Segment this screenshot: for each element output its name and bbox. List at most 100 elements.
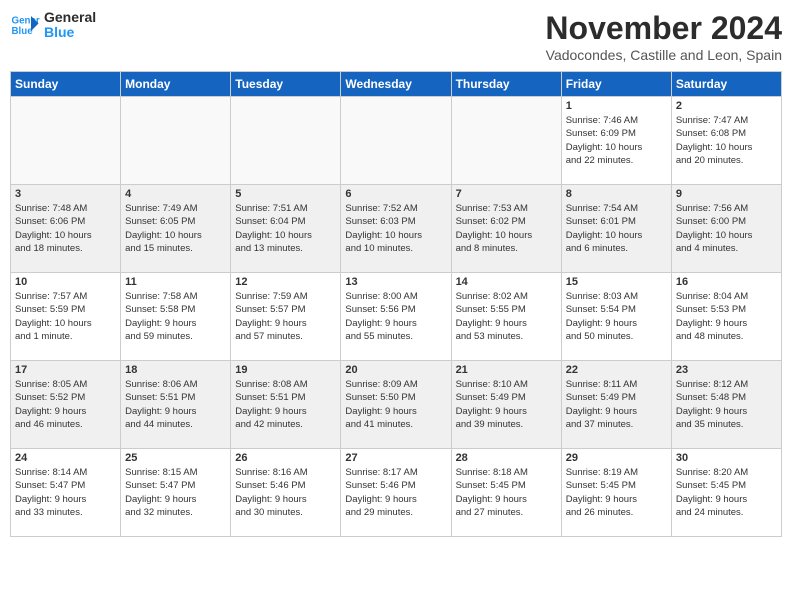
- weekday-header: Sunday: [11, 72, 121, 97]
- day-number: 14: [456, 276, 557, 288]
- day-number: 30: [676, 452, 777, 464]
- calendar-cell: 5 Sunrise: 7:51 AM Sunset: 6:04 PM Daylig…: [231, 185, 341, 273]
- calendar-week-row: 24 Sunrise: 8:14 AM Sunset: 5:47 PM Dayli…: [11, 449, 782, 537]
- weekday-header: Wednesday: [341, 72, 451, 97]
- day-info: Sunrise: 7:48 AM Sunset: 6:06 PM Dayligh…: [15, 202, 116, 255]
- day-info: Sunrise: 8:15 AM Sunset: 5:47 PM Dayligh…: [125, 466, 226, 519]
- weekday-header: Friday: [561, 72, 671, 97]
- day-number: 23: [676, 364, 777, 376]
- calendar-cell: 24 Sunrise: 8:14 AM Sunset: 5:47 PM Dayli…: [11, 449, 121, 537]
- day-info: Sunrise: 7:53 AM Sunset: 6:02 PM Dayligh…: [456, 202, 557, 255]
- calendar-cell: 12Sunrise: 7:59 AM Sunset: 5:57 PM Dayli…: [231, 273, 341, 361]
- day-info: Sunrise: 8:20 AM Sunset: 5:45 PM Dayligh…: [676, 466, 777, 519]
- day-info: Sunrise: 8:17 AM Sunset: 5:46 PM Dayligh…: [345, 466, 446, 519]
- day-info: Sunrise: 7:56 AM Sunset: 6:00 PM Dayligh…: [676, 202, 777, 255]
- day-number: 21: [456, 364, 557, 376]
- day-info: Sunrise: 8:00 AM Sunset: 5:56 PM Dayligh…: [345, 290, 446, 343]
- calendar-week-row: 1Sunrise: 7:46 AM Sunset: 6:09 PM Daylig…: [11, 97, 782, 185]
- day-number: 20: [345, 364, 446, 376]
- day-number: 18: [125, 364, 226, 376]
- calendar-week-row: 17 Sunrise: 8:05 AM Sunset: 5:52 PM Dayli…: [11, 361, 782, 449]
- calendar-cell: 4 Sunrise: 7:49 AM Sunset: 6:05 PM Daylig…: [121, 185, 231, 273]
- day-info: Sunrise: 8:08 AM Sunset: 5:51 PM Dayligh…: [235, 378, 336, 431]
- day-number: 15: [566, 276, 667, 288]
- day-info: Sunrise: 8:05 AM Sunset: 5:52 PM Dayligh…: [15, 378, 116, 431]
- day-number: 27: [345, 452, 446, 464]
- calendar-cell: 18 Sunrise: 8:06 AM Sunset: 5:51 PM Dayli…: [121, 361, 231, 449]
- calendar-cell: 28 Sunrise: 8:18 AM Sunset: 5:45 PM Dayli…: [451, 449, 561, 537]
- day-info: Sunrise: 8:04 AM Sunset: 5:53 PM Dayligh…: [676, 290, 777, 343]
- logo-line2: Blue: [44, 25, 96, 40]
- day-number: 5: [235, 188, 336, 200]
- calendar-cell: [121, 97, 231, 185]
- day-info: Sunrise: 7:52 AM Sunset: 6:03 PM Dayligh…: [345, 202, 446, 255]
- day-number: 3: [15, 188, 116, 200]
- weekday-header: Thursday: [451, 72, 561, 97]
- day-number: 11: [125, 276, 226, 288]
- page-header: General Blue General Blue November 2024 …: [10, 10, 782, 63]
- calendar-cell: 3 Sunrise: 7:48 AM Sunset: 6:06 PM Daylig…: [11, 185, 121, 273]
- calendar-cell: [451, 97, 561, 185]
- day-number: 4: [125, 188, 226, 200]
- day-info: Sunrise: 7:49 AM Sunset: 6:05 PM Dayligh…: [125, 202, 226, 255]
- weekday-header: Saturday: [671, 72, 781, 97]
- day-number: 1: [566, 100, 667, 112]
- calendar-cell: 27 Sunrise: 8:17 AM Sunset: 5:46 PM Dayli…: [341, 449, 451, 537]
- day-info: Sunrise: 8:19 AM Sunset: 5:45 PM Dayligh…: [566, 466, 667, 519]
- calendar-cell: 26Sunrise: 8:16 AM Sunset: 5:46 PM Dayli…: [231, 449, 341, 537]
- day-number: 19: [235, 364, 336, 376]
- calendar-cell: [231, 97, 341, 185]
- calendar-cell: 19 Sunrise: 8:08 AM Sunset: 5:51 PM Dayli…: [231, 361, 341, 449]
- day-info: Sunrise: 8:12 AM Sunset: 5:48 PM Dayligh…: [676, 378, 777, 431]
- weekday-header: Monday: [121, 72, 231, 97]
- day-number: 10: [15, 276, 116, 288]
- calendar-table: SundayMondayTuesdayWednesdayThursdayFrid…: [10, 71, 782, 537]
- calendar-cell: 11Sunrise: 7:58 AM Sunset: 5:58 PM Dayli…: [121, 273, 231, 361]
- title-block: November 2024 Vadocondes, Castille and L…: [545, 10, 782, 63]
- day-number: 13: [345, 276, 446, 288]
- calendar-cell: 25 Sunrise: 8:15 AM Sunset: 5:47 PM Dayli…: [121, 449, 231, 537]
- day-info: Sunrise: 7:51 AM Sunset: 6:04 PM Dayligh…: [235, 202, 336, 255]
- day-number: 22: [566, 364, 667, 376]
- day-info: Sunrise: 8:10 AM Sunset: 5:49 PM Dayligh…: [456, 378, 557, 431]
- day-info: Sunrise: 8:06 AM Sunset: 5:51 PM Dayligh…: [125, 378, 226, 431]
- calendar-week-row: 10Sunrise: 7:57 AM Sunset: 5:59 PM Dayli…: [11, 273, 782, 361]
- location-subtitle: Vadocondes, Castille and Leon, Spain: [545, 47, 782, 63]
- weekday-header: Tuesday: [231, 72, 341, 97]
- logo-line1: General: [44, 10, 96, 25]
- day-number: 17: [15, 364, 116, 376]
- logo: General Blue General Blue: [10, 10, 96, 41]
- day-info: Sunrise: 8:11 AM Sunset: 5:49 PM Dayligh…: [566, 378, 667, 431]
- month-title: November 2024: [545, 10, 782, 47]
- calendar-cell: 29 Sunrise: 8:19 AM Sunset: 5:45 PM Dayli…: [561, 449, 671, 537]
- calendar-cell: 22 Sunrise: 8:11 AM Sunset: 5:49 PM Dayli…: [561, 361, 671, 449]
- calendar-cell: 9Sunrise: 7:56 AM Sunset: 6:00 PM Daylig…: [671, 185, 781, 273]
- calendar-cell: 1Sunrise: 7:46 AM Sunset: 6:09 PM Daylig…: [561, 97, 671, 185]
- day-info: Sunrise: 8:09 AM Sunset: 5:50 PM Dayligh…: [345, 378, 446, 431]
- day-info: Sunrise: 8:03 AM Sunset: 5:54 PM Dayligh…: [566, 290, 667, 343]
- calendar-cell: [341, 97, 451, 185]
- calendar-cell: [11, 97, 121, 185]
- day-info: Sunrise: 8:18 AM Sunset: 5:45 PM Dayligh…: [456, 466, 557, 519]
- day-number: 6: [345, 188, 446, 200]
- day-number: 8: [566, 188, 667, 200]
- day-info: Sunrise: 8:14 AM Sunset: 5:47 PM Dayligh…: [15, 466, 116, 519]
- calendar-cell: 16Sunrise: 8:04 AM Sunset: 5:53 PM Dayli…: [671, 273, 781, 361]
- day-number: 24: [15, 452, 116, 464]
- day-number: 28: [456, 452, 557, 464]
- day-number: 25: [125, 452, 226, 464]
- logo-icon: General Blue: [10, 10, 40, 40]
- calendar-cell: 7 Sunrise: 7:53 AM Sunset: 6:02 PM Daylig…: [451, 185, 561, 273]
- calendar-cell: 21 Sunrise: 8:10 AM Sunset: 5:49 PM Dayli…: [451, 361, 561, 449]
- day-info: Sunrise: 8:16 AM Sunset: 5:46 PM Dayligh…: [235, 466, 336, 519]
- calendar-cell: 30 Sunrise: 8:20 AM Sunset: 5:45 PM Dayli…: [671, 449, 781, 537]
- day-number: 7: [456, 188, 557, 200]
- calendar-cell: 10Sunrise: 7:57 AM Sunset: 5:59 PM Dayli…: [11, 273, 121, 361]
- calendar-cell: 14Sunrise: 8:02 AM Sunset: 5:55 PM Dayli…: [451, 273, 561, 361]
- calendar-cell: 13 Sunrise: 8:00 AM Sunset: 5:56 PM Dayli…: [341, 273, 451, 361]
- calendar-cell: 2Sunrise: 7:47 AM Sunset: 6:08 PM Daylig…: [671, 97, 781, 185]
- day-number: 12: [235, 276, 336, 288]
- calendar-cell: 20 Sunrise: 8:09 AM Sunset: 5:50 PM Dayli…: [341, 361, 451, 449]
- day-number: 2: [676, 100, 777, 112]
- day-number: 29: [566, 452, 667, 464]
